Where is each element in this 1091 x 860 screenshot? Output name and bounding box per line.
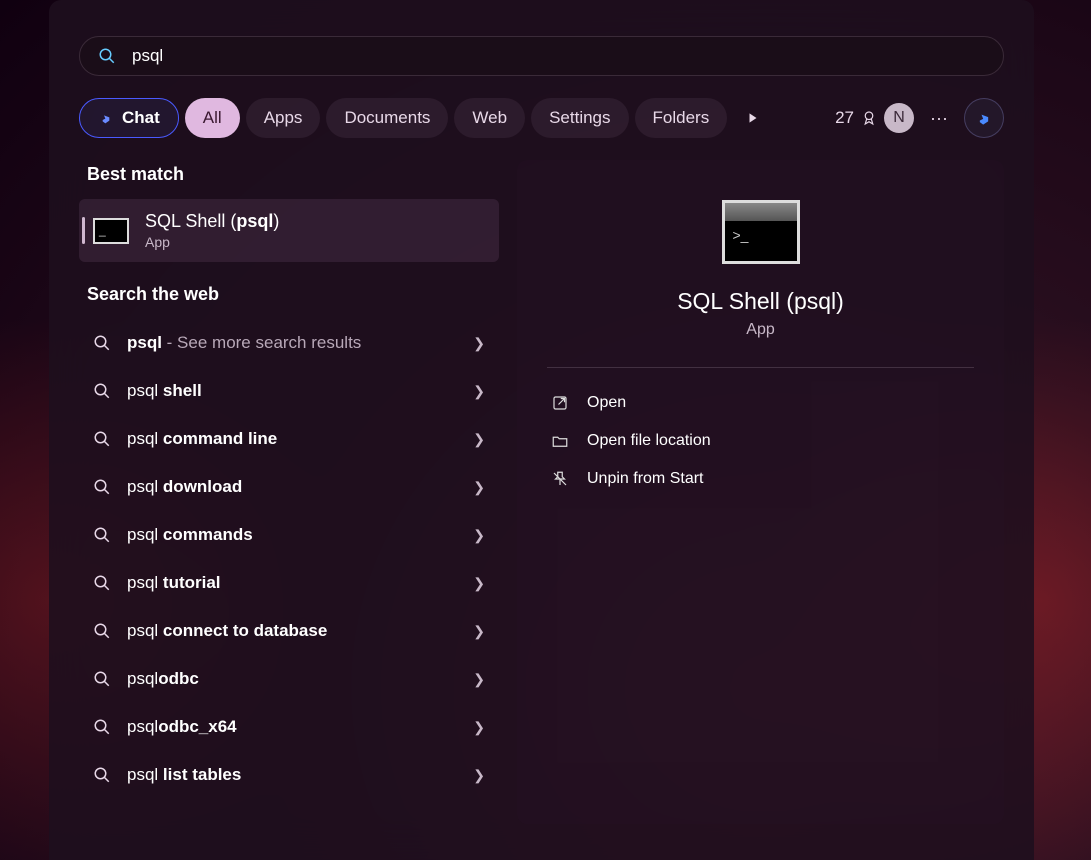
web-results-list: psql - See more search results❯psql shel… xyxy=(79,319,499,799)
medal-icon xyxy=(860,109,878,127)
best-match-heading: Best match xyxy=(87,164,491,185)
chevron-right-icon: ❯ xyxy=(473,431,485,448)
web-result-item[interactable]: psqlodbc ❯ xyxy=(79,655,499,703)
web-result-label: psqlodbc_x64 xyxy=(127,717,457,737)
search-icon xyxy=(98,47,116,65)
web-result-label: psql command line xyxy=(127,429,457,449)
unpin-icon xyxy=(551,470,569,488)
search-panel: Chat All Apps Documents Web Settings Fol… xyxy=(49,0,1034,860)
chevron-right-icon: ❯ xyxy=(473,671,485,688)
chevron-right-icon: ❯ xyxy=(473,719,485,736)
search-icon xyxy=(93,574,111,592)
search-input[interactable] xyxy=(132,46,985,66)
filter-row: Chat All Apps Documents Web Settings Fol… xyxy=(79,98,1004,138)
web-result-item[interactable]: psql command line ❯ xyxy=(79,415,499,463)
search-icon xyxy=(93,478,111,496)
search-icon xyxy=(93,718,111,736)
folder-icon xyxy=(551,432,569,450)
best-match-result[interactable]: SQL Shell (psql) App xyxy=(79,199,499,262)
results-column: Best match SQL Shell (psql) App Search t… xyxy=(79,160,499,824)
filter-web[interactable]: Web xyxy=(454,98,525,138)
search-icon xyxy=(93,526,111,544)
open-icon xyxy=(551,394,569,412)
search-icon xyxy=(93,766,111,784)
search-icon xyxy=(93,670,111,688)
filter-folders[interactable]: Folders xyxy=(635,98,728,138)
chevron-right-icon: ❯ xyxy=(473,575,485,592)
web-result-label: psql tutorial xyxy=(127,573,457,593)
search-icon xyxy=(93,334,111,352)
search-icon xyxy=(93,430,111,448)
filter-apps[interactable]: Apps xyxy=(246,98,321,138)
chevron-right-icon: ❯ xyxy=(473,479,485,496)
rewards-score[interactable]: 27 xyxy=(835,108,878,128)
preview-title: SQL Shell (psql) xyxy=(547,288,974,315)
web-result-label: psql commands xyxy=(127,525,457,545)
action-open-location[interactable]: Open file location xyxy=(547,422,974,460)
divider xyxy=(547,367,974,368)
web-result-label: psql shell xyxy=(127,381,457,401)
filter-chat[interactable]: Chat xyxy=(79,98,179,138)
web-result-item[interactable]: psql list tables ❯ xyxy=(79,751,499,799)
bing-chat-button[interactable] xyxy=(964,98,1004,138)
filter-documents[interactable]: Documents xyxy=(326,98,448,138)
preview-pane: SQL Shell (psql) App Open Open file loca… xyxy=(517,160,1004,824)
app-icon xyxy=(93,218,129,244)
search-web-heading: Search the web xyxy=(87,284,491,305)
action-unpin[interactable]: Unpin from Start xyxy=(547,460,974,498)
web-result-item[interactable]: psql shell ❯ xyxy=(79,367,499,415)
web-result-label: psqlodbc xyxy=(127,669,457,689)
bing-icon xyxy=(98,110,114,126)
search-icon xyxy=(93,622,111,640)
web-result-label: psql download xyxy=(127,477,457,497)
web-result-item[interactable]: psql download ❯ xyxy=(79,463,499,511)
chevron-right-icon: ❯ xyxy=(473,335,485,352)
web-result-item[interactable]: psql - See more search results ❯ xyxy=(79,319,499,367)
web-result-label: psql list tables xyxy=(127,765,457,785)
chevron-right-icon: ❯ xyxy=(473,383,485,400)
web-result-item[interactable]: psqlodbc_x64 ❯ xyxy=(79,703,499,751)
action-open[interactable]: Open xyxy=(547,384,974,422)
preview-subtitle: App xyxy=(547,321,974,339)
web-result-label: psql - See more search results xyxy=(127,333,457,353)
filter-settings[interactable]: Settings xyxy=(531,98,628,138)
filter-chat-label: Chat xyxy=(122,108,160,128)
best-match-title: SQL Shell (psql) xyxy=(145,211,279,232)
best-match-subtitle: App xyxy=(145,234,279,250)
web-result-label: psql connect to database xyxy=(127,621,457,641)
search-box[interactable] xyxy=(79,36,1004,76)
search-icon xyxy=(93,382,111,400)
chevron-right-icon: ❯ xyxy=(473,767,485,784)
web-result-item[interactable]: psql commands ❯ xyxy=(79,511,499,559)
web-result-item[interactable]: psql connect to database ❯ xyxy=(79,607,499,655)
preview-app-icon xyxy=(722,200,800,264)
more-options[interactable]: ··· xyxy=(920,108,958,129)
filter-all[interactable]: All xyxy=(185,98,240,138)
user-avatar[interactable]: N xyxy=(884,103,914,133)
filter-more-icon[interactable] xyxy=(733,98,773,138)
web-result-item[interactable]: psql tutorial ❯ xyxy=(79,559,499,607)
chevron-right-icon: ❯ xyxy=(473,623,485,640)
chevron-right-icon: ❯ xyxy=(473,527,485,544)
